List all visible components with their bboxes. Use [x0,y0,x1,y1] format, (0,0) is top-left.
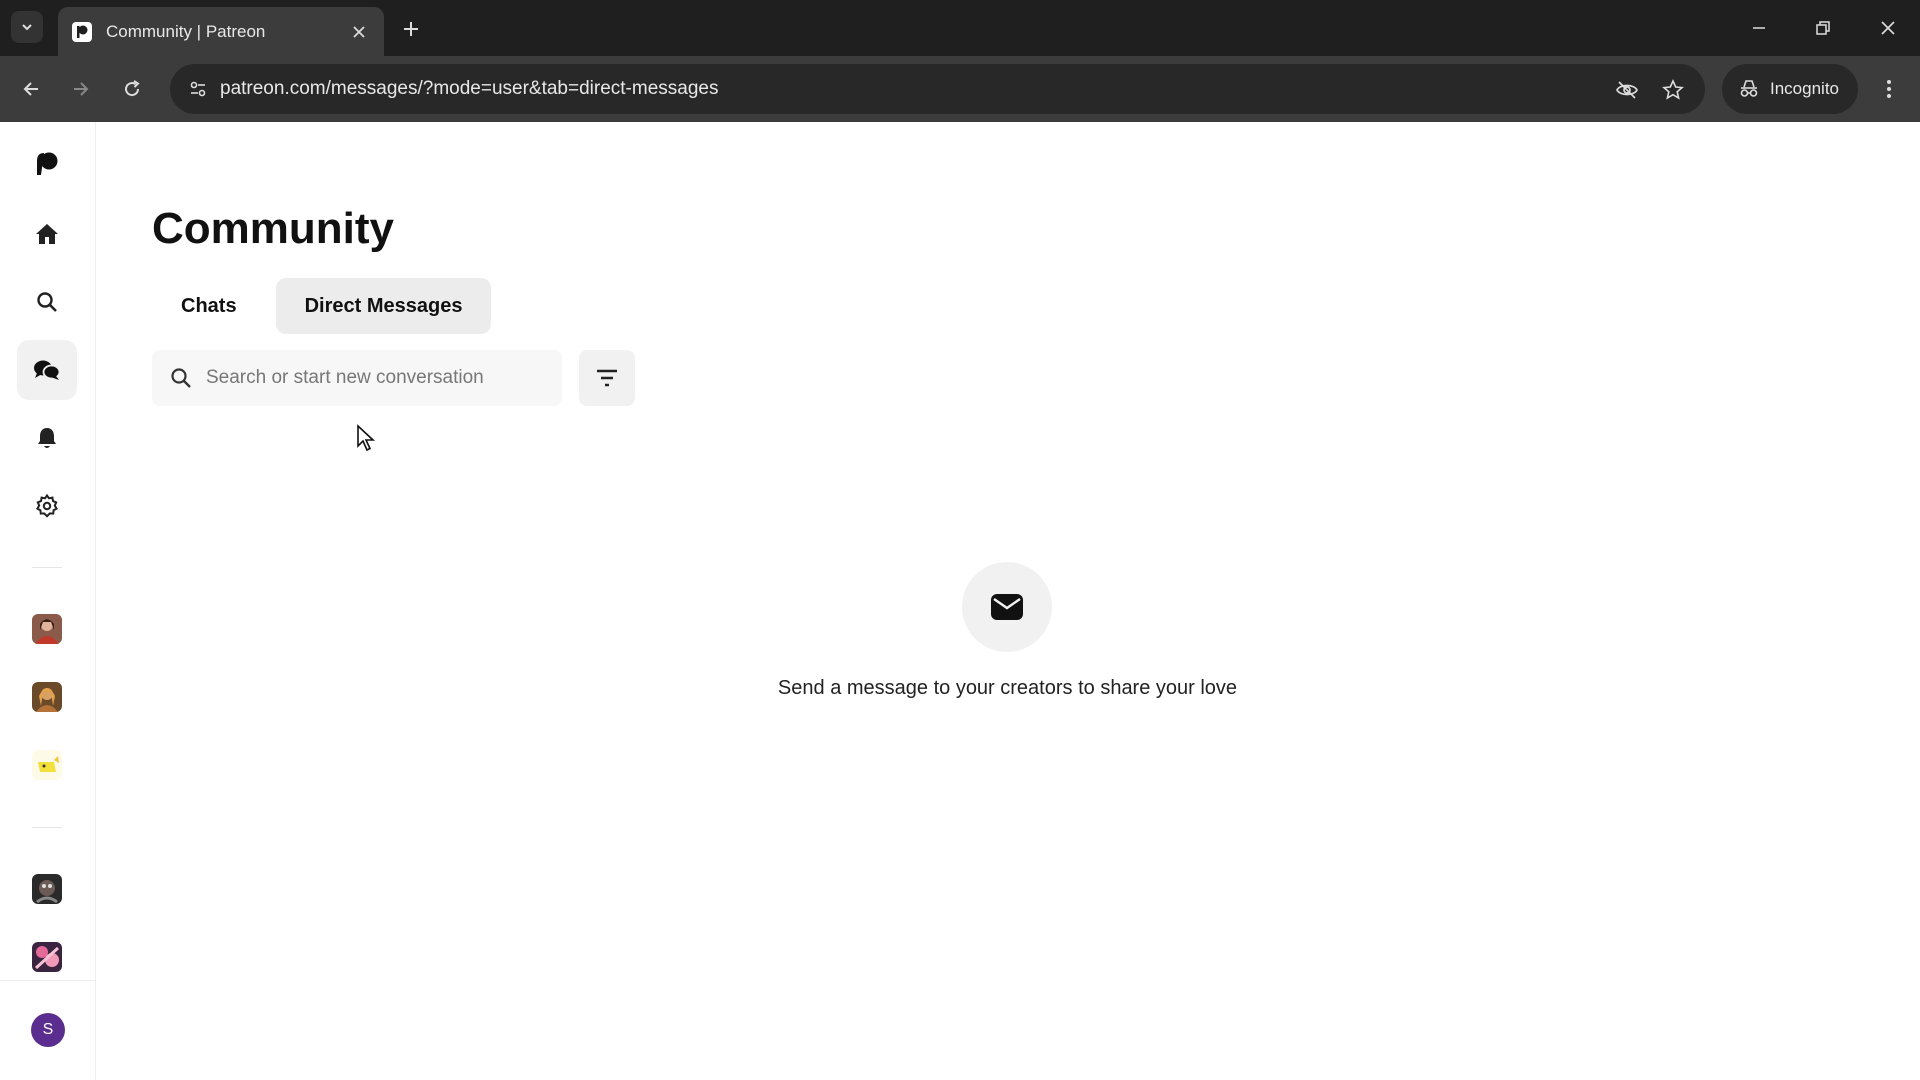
eye-off-icon[interactable] [1612,75,1642,105]
sidebar-item-notifications[interactable] [17,408,77,468]
site-info-icon[interactable] [182,73,214,105]
reload-button[interactable] [115,72,149,106]
close-window-button[interactable] [1866,8,1910,48]
creator-avatar-4[interactable] [32,874,62,904]
filter-icon [597,369,617,387]
new-tab-button[interactable] [396,14,426,44]
tab-title: Community | Patreon [106,21,266,41]
sidebar-divider [32,567,62,568]
incognito-indicator[interactable]: Incognito [1722,64,1858,114]
creator-avatar-2[interactable] [32,682,62,712]
mouse-cursor-icon [357,424,376,452]
filter-button[interactable] [579,350,635,406]
conversation-search[interactable] [152,350,562,406]
close-icon [1881,21,1895,35]
sidebar-item-search[interactable] [17,272,77,332]
search-icon [37,292,57,312]
page-title: Community [152,204,394,253]
arrow-left-icon [23,82,38,96]
tab-direct-messages[interactable]: Direct Messages [275,278,492,334]
bookmark-star-icon[interactable] [1658,75,1688,105]
tab-close-icon[interactable] [348,21,370,43]
minimize-icon [1753,27,1765,29]
restore-icon [1816,21,1830,35]
minimize-button[interactable] [1737,8,1781,48]
envelope-icon [991,594,1023,620]
creator-avatar-1[interactable] [32,614,62,644]
sidebar: S [0,122,96,1080]
url-text[interactable]: patreon.com/messages/?mode=user&tab=dire… [220,78,718,100]
sidebar-divider [32,827,62,828]
plus-icon [404,22,418,36]
sidebar-item-home[interactable] [17,204,77,264]
chevron-down-icon [22,24,32,31]
more-vertical-icon [1887,80,1891,98]
restore-button[interactable] [1801,8,1845,48]
browser-toolbar: patreon.com/messages/?mode=user&tab=dire… [0,56,1920,122]
sidebar-item-patreon-home[interactable] [17,134,77,194]
gear-icon [36,494,58,518]
sidebar-item-community[interactable] [17,340,77,400]
patreon-page: S Community Chats Direct Messages Send a… [0,122,1920,1080]
incognito-icon [1740,80,1758,97]
community-tabs: Chats Direct Messages [152,278,492,334]
user-avatar[interactable]: S [31,1013,65,1047]
patreon-favicon-icon [72,21,92,42]
bell-icon [38,428,56,448]
browser-menu-button[interactable] [1872,72,1906,106]
browser-tab[interactable]: Community | Patreon [58,7,384,56]
creator-avatar-5[interactable] [32,942,62,972]
tab-search-dropdown[interactable] [11,11,43,43]
forward-button[interactable] [64,72,98,106]
creator-avatar-3[interactable] [32,750,62,780]
browser-tabstrip: Community | Patreon [0,0,1920,56]
back-button[interactable] [14,72,48,106]
address-bar[interactable]: patreon.com/messages/?mode=user&tab=dire… [170,64,1705,114]
chat-bubbles-icon [34,360,61,380]
search-icon [171,368,191,388]
sidebar-item-settings[interactable] [17,476,77,536]
tab-chats[interactable]: Chats [152,278,266,334]
reload-icon [125,80,140,97]
home-icon [36,224,58,244]
empty-state-text: Send a message to your creators to share… [777,677,1238,699]
arrow-right-icon [74,82,89,96]
sidebar-bottom-divider [0,980,96,981]
search-input[interactable] [206,367,546,389]
incognito-label: Incognito [1770,79,1839,98]
empty-state-icon-badge [962,562,1052,652]
patreon-logo-icon [37,152,58,175]
